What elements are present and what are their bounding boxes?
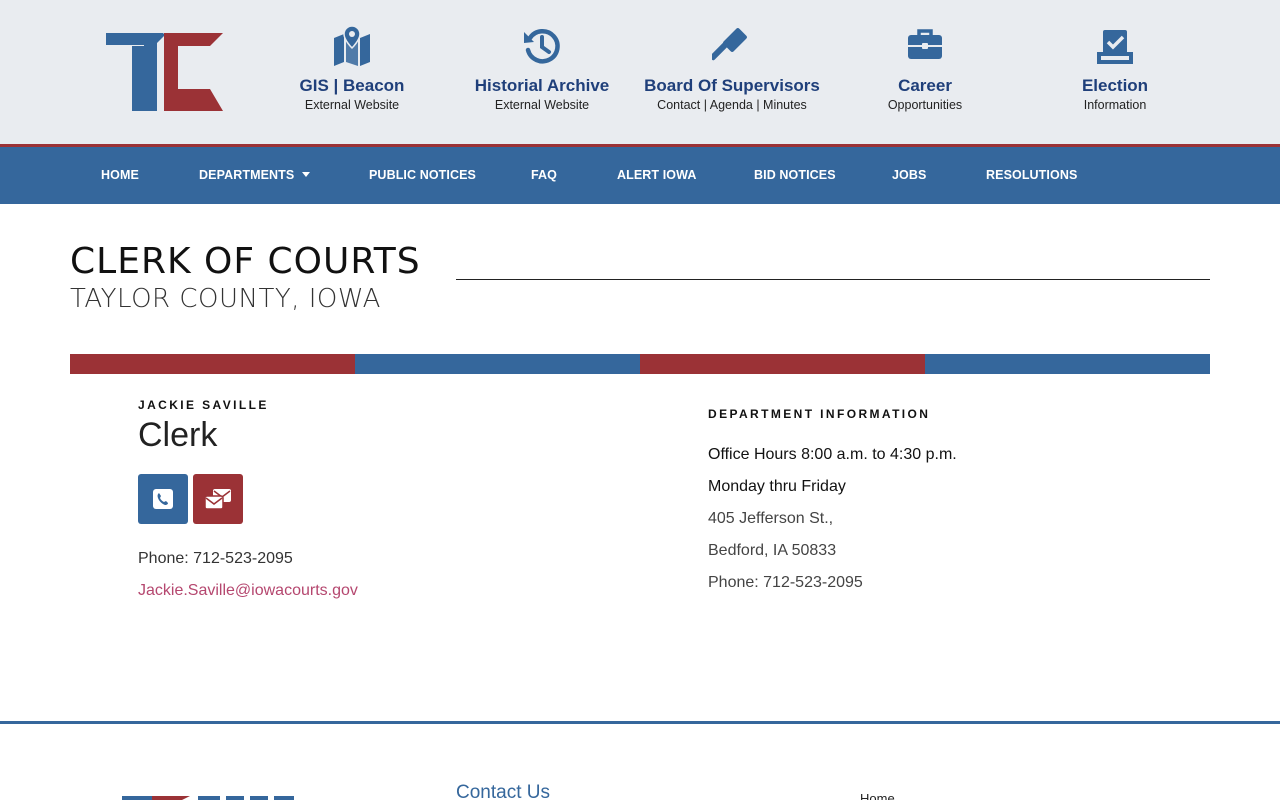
quick-link-subtitle: Contact | Agenda | Minutes: [657, 98, 807, 112]
contact-phone: Phone: 712-523-2095: [138, 550, 293, 567]
quick-link-subtitle: Information: [1083, 98, 1147, 112]
caret-down-icon: [302, 172, 311, 177]
phone-icon: [153, 489, 173, 509]
quick-link-subtitle: Opportunities: [887, 98, 963, 112]
quick-link-archive[interactable]: Historial Archive External Website: [447, 26, 637, 114]
color-stripe-segment: [925, 354, 1210, 374]
email-button[interactable]: [193, 474, 243, 524]
office-hours: Office Hours 8:00 a.m. to 4:30 p.m.: [708, 446, 957, 463]
envelope-icon: [204, 489, 231, 510]
title-divider: [456, 279, 1210, 280]
history-icon: [524, 29, 560, 64]
quick-link-title: GIS | Beacon: [299, 76, 405, 95]
nav-bid-notices[interactable]: BID NOTICES: [754, 147, 836, 204]
person-name: JACKIE SAVILLE: [138, 398, 269, 412]
color-stripe-segment: [640, 354, 925, 374]
nav-resolutions[interactable]: RESOLUTIONS: [986, 147, 1077, 204]
nav-home[interactable]: HOME: [101, 147, 139, 204]
address-city: Bedford, IA 50833: [708, 542, 837, 559]
quick-link-subtitle: External Website: [304, 98, 400, 112]
main-nav: HOME DEPARTMENTS PUBLIC NOTICES FAQ ALER…: [0, 144, 1280, 204]
page-title: CLERK OF COURTS: [70, 241, 421, 282]
nav-alert-iowa[interactable]: ALERT IOWA: [617, 147, 696, 204]
top-banner: GIS | Beacon External Website Historial …: [0, 0, 1280, 144]
contact-email-link[interactable]: Jackie.Saville@iowacourts.gov: [138, 582, 358, 600]
briefcase-icon: [908, 29, 942, 59]
color-stripe-segment: [355, 354, 640, 374]
nav-departments[interactable]: DEPARTMENTS: [199, 147, 311, 204]
color-stripe-segment: [70, 354, 355, 374]
gavel-icon: [712, 28, 747, 61]
nav-departments-label: DEPARTMENTS: [199, 168, 295, 182]
footer-logo[interactable]: [122, 792, 312, 800]
office-days: Monday thru Friday: [708, 478, 846, 495]
department-phone: Phone: 712-523-2095: [708, 574, 863, 591]
quick-link-career[interactable]: Career Opportunities: [830, 26, 1020, 114]
quick-link-board[interactable]: Board Of Supervisors Contact | Agenda | …: [637, 26, 827, 114]
quick-link-title: Historial Archive: [474, 76, 610, 95]
quick-link-subtitle: External Website: [494, 98, 590, 112]
quick-link-gis[interactable]: GIS | Beacon External Website: [257, 26, 447, 114]
quick-link-election[interactable]: Election Information: [1020, 26, 1210, 114]
footer-home-link[interactable]: Home: [860, 791, 895, 800]
phone-button[interactable]: [138, 474, 188, 524]
quick-link-title: Board Of Supervisors: [644, 76, 820, 95]
nav-jobs[interactable]: JOBS: [892, 147, 926, 204]
quick-link-title: Election: [1081, 76, 1149, 95]
address-street: 405 Jefferson St.,: [708, 510, 834, 527]
footer-contact-heading[interactable]: Contact Us: [456, 782, 550, 800]
nav-public-notices[interactable]: PUBLIC NOTICES: [369, 147, 476, 204]
page-subtitle: TAYLOR COUNTY, IOWA: [70, 284, 381, 314]
person-role: Clerk: [138, 416, 218, 454]
quick-link-title: Career: [898, 76, 952, 95]
footer-divider: [0, 721, 1280, 724]
department-heading: DEPARTMENT INFORMATION: [708, 407, 931, 421]
nav-faq[interactable]: FAQ: [531, 147, 557, 204]
county-logo[interactable]: [106, 33, 224, 113]
map-marker-icon: [334, 26, 370, 66]
ballot-check-icon: [1097, 30, 1133, 64]
